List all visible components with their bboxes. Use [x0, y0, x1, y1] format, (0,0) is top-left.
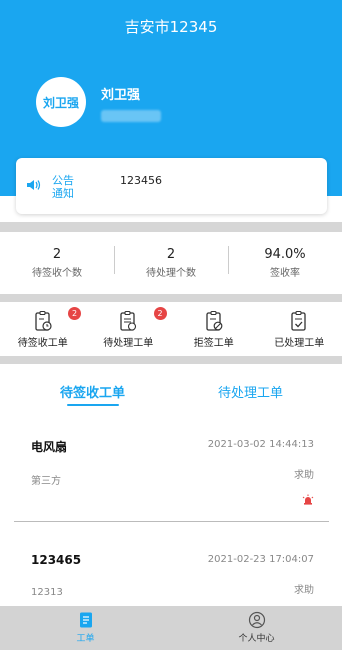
tabbar-item-profile[interactable]: 个人中心 — [171, 606, 342, 650]
alarm-icon — [302, 494, 314, 505]
stat-pending-process: 2 待处理个数 — [114, 238, 228, 292]
order-title: 123465 — [31, 553, 82, 567]
clipboard-list-icon — [120, 310, 137, 331]
tab-pending-process[interactable]: 待处理工单 — [218, 382, 283, 401]
stat-label: 待签收个数 — [32, 268, 82, 279]
badge-count: 2 — [153, 307, 167, 320]
action-processed[interactable]: 已处理工单 — [257, 304, 342, 354]
tabbar-label: 工单 — [76, 634, 95, 644]
badge-count: 2 — [68, 307, 81, 320]
stat-sign-rate: 94.0% 签收率 — [228, 238, 342, 292]
clipboard-block-icon — [206, 310, 223, 331]
order-source: 12313 — [31, 587, 63, 598]
section-divider — [0, 222, 342, 232]
action-label: 待签收工单 — [17, 338, 68, 349]
order-item[interactable]: 电风扇 2021-03-02 14:44:13 第三方 求助 — [0, 430, 342, 520]
active-tab-indicator — [67, 404, 119, 406]
action-pending-process[interactable]: 2 待处理工单 — [86, 304, 172, 354]
tabbar-item-orders[interactable]: 工单 — [0, 606, 171, 650]
avatar[interactable]: 刘卫强 — [36, 77, 86, 127]
order-tabs: 待签收工单 待处理工单 — [0, 370, 342, 410]
tabbar-label: 个人中心 — [238, 634, 275, 644]
section-divider — [0, 294, 342, 302]
order-title: 电风扇 — [31, 440, 68, 454]
clipboard-check-icon — [291, 310, 306, 331]
document-icon — [79, 612, 92, 628]
order-status: 求助 — [294, 470, 314, 481]
tab-pending-sign[interactable]: 待签收工单 — [60, 382, 125, 401]
order-status: 求助 — [294, 585, 314, 596]
stat-value: 2 — [166, 247, 176, 262]
stat-pending-sign: 2 待签收个数 — [0, 238, 114, 292]
notice-card[interactable]: 公告通知 123456 — [16, 158, 327, 214]
user-icon — [248, 611, 265, 629]
action-pending-sign[interactable]: 2 待签收工单 — [0, 304, 86, 354]
notice-text[interactable]: 123456 — [120, 174, 162, 187]
order-item[interactable]: 123465 2021-02-23 17:04:07 12313 求助 — [0, 545, 342, 605]
user-phone-redacted — [101, 110, 161, 122]
clipboard-clock-icon — [35, 310, 52, 331]
section-divider — [0, 356, 342, 364]
action-rejected[interactable]: 拒签工单 — [171, 304, 257, 354]
stat-value: 2 — [52, 247, 62, 262]
user-name: 刘卫强 — [101, 88, 141, 103]
action-row: 2 待签收工单 2 待处理工单 拒签工单 已处理工单 — [0, 304, 342, 354]
stat-label: 签收率 — [270, 268, 300, 279]
stat-value: 94.0% — [264, 247, 306, 262]
app-title: 吉安市12345 — [124, 18, 218, 36]
stats-row: 2 待签收个数 2 待处理个数 94.0% 签收率 — [0, 238, 342, 292]
notice-label: 公告通知 — [52, 174, 74, 200]
bottom-tabbar: 工单 个人中心 — [0, 606, 342, 650]
order-date: 2021-03-02 14:44:13 — [207, 439, 314, 450]
order-date: 2021-02-23 17:04:07 — [207, 554, 314, 565]
speaker-icon — [27, 180, 41, 190]
order-source: 第三方 — [31, 476, 61, 487]
action-label: 拒签工单 — [193, 338, 234, 349]
action-label: 已处理工单 — [274, 338, 325, 349]
stat-label: 待处理个数 — [146, 268, 196, 279]
divider — [14, 521, 329, 522]
action-label: 待处理工单 — [103, 338, 154, 349]
